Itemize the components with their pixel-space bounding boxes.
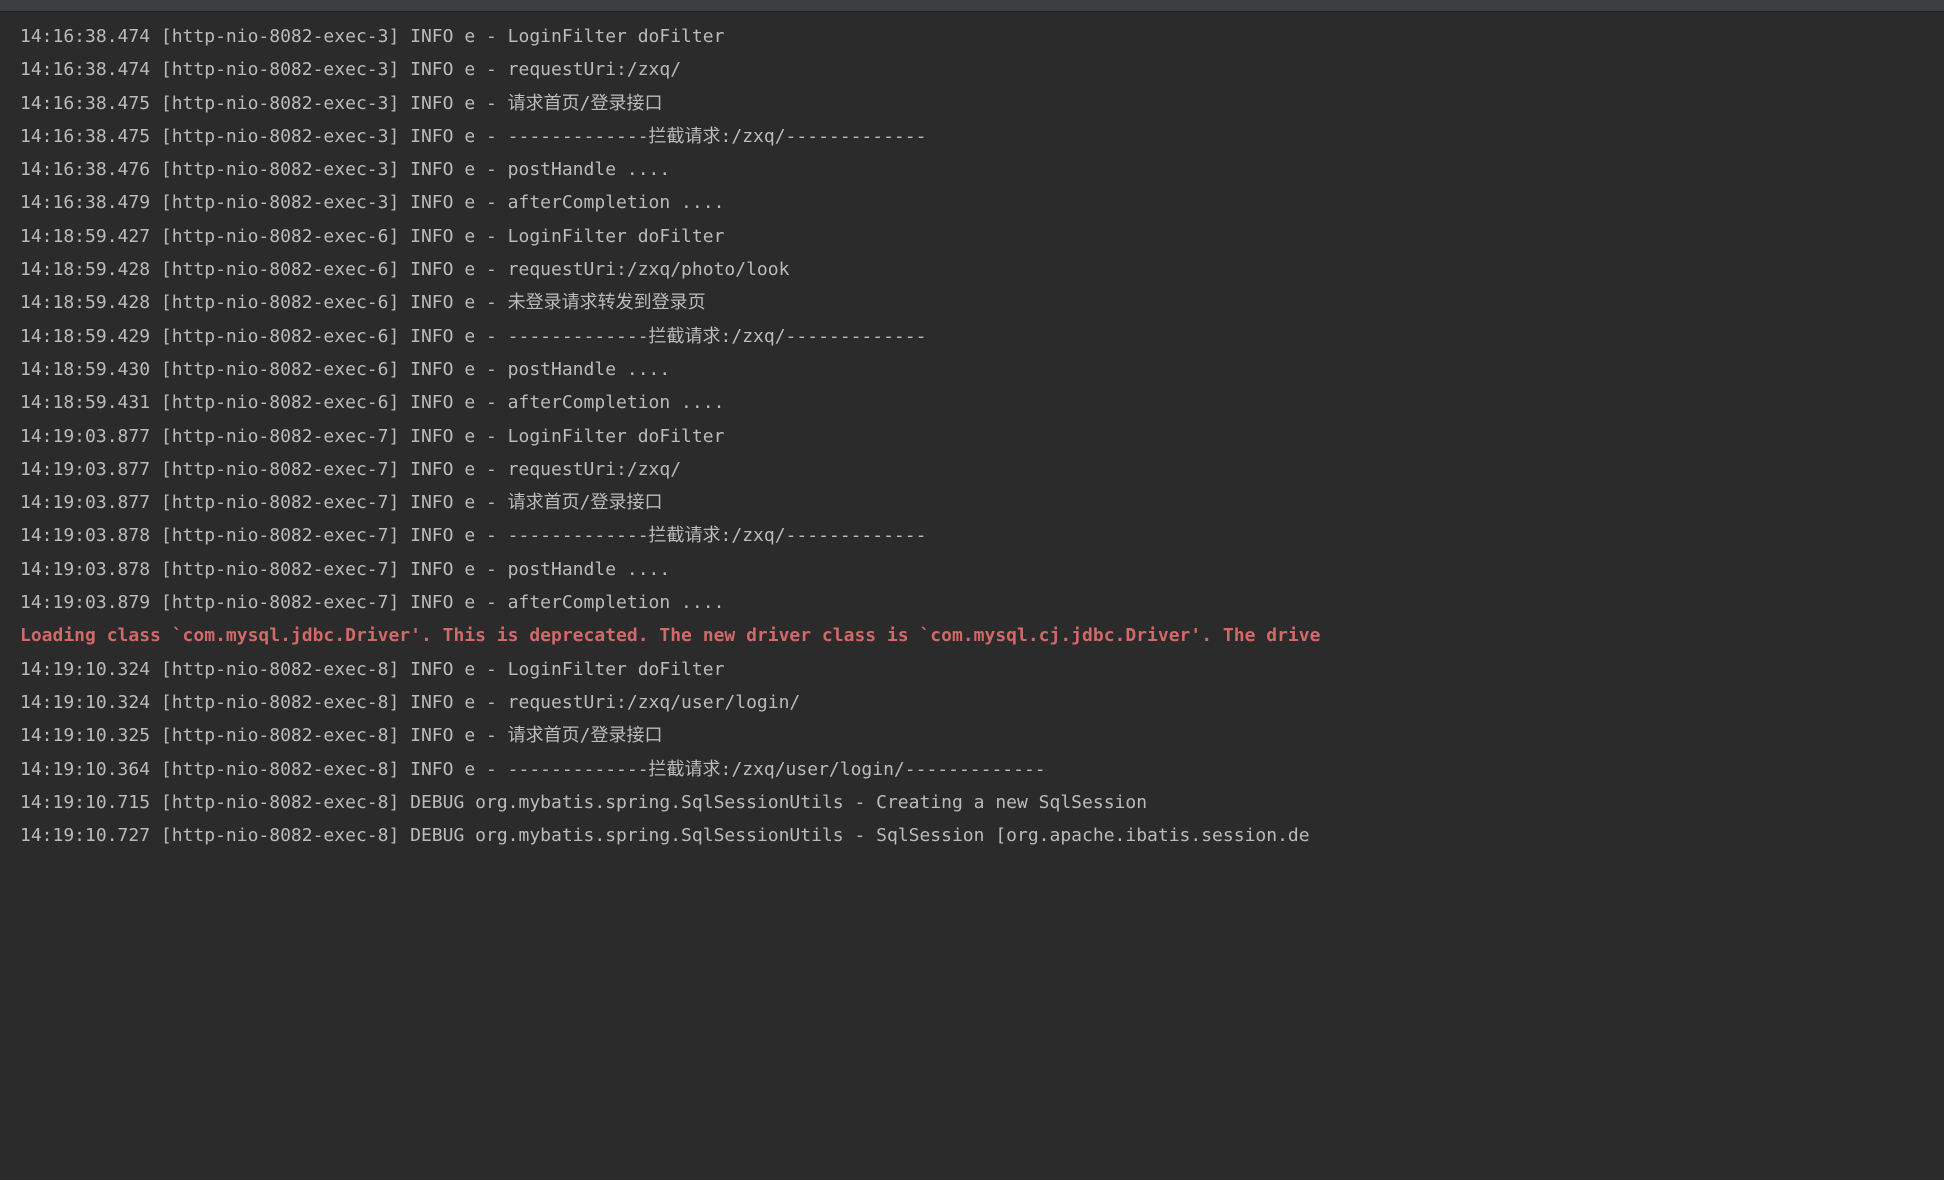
log-line: 14:16:38.475 [http-nio-8082-exec-3] INFO… xyxy=(20,87,1924,120)
log-line: 14:18:59.428 [http-nio-8082-exec-6] INFO… xyxy=(20,253,1924,286)
log-line: 14:19:03.877 [http-nio-8082-exec-7] INFO… xyxy=(20,486,1924,519)
log-line: 14:19:03.878 [http-nio-8082-exec-7] INFO… xyxy=(20,553,1924,586)
console-top-bar xyxy=(0,0,1944,12)
log-line: 14:19:10.715 [http-nio-8082-exec-8] DEBU… xyxy=(20,786,1924,819)
log-line: 14:16:38.476 [http-nio-8082-exec-3] INFO… xyxy=(20,153,1924,186)
log-line: 14:18:59.428 [http-nio-8082-exec-6] INFO… xyxy=(20,286,1924,319)
log-line: 14:19:10.324 [http-nio-8082-exec-8] INFO… xyxy=(20,686,1924,719)
log-line: 14:19:03.877 [http-nio-8082-exec-7] INFO… xyxy=(20,453,1924,486)
warning-line: Loading class `com.mysql.jdbc.Driver'. T… xyxy=(20,619,1924,652)
console-output[interactable]: 14:16:38.474 [http-nio-8082-exec-3] INFO… xyxy=(20,12,1924,852)
log-line: 14:19:03.879 [http-nio-8082-exec-7] INFO… xyxy=(20,586,1924,619)
log-line: 14:18:59.430 [http-nio-8082-exec-6] INFO… xyxy=(20,353,1924,386)
log-line: 14:19:10.727 [http-nio-8082-exec-8] DEBU… xyxy=(20,819,1924,852)
log-line: 14:16:38.475 [http-nio-8082-exec-3] INFO… xyxy=(20,120,1924,153)
log-line: 14:19:10.325 [http-nio-8082-exec-8] INFO… xyxy=(20,719,1924,752)
log-line: 14:16:38.474 [http-nio-8082-exec-3] INFO… xyxy=(20,20,1924,53)
log-line: 14:19:10.324 [http-nio-8082-exec-8] INFO… xyxy=(20,653,1924,686)
log-line: 14:16:38.474 [http-nio-8082-exec-3] INFO… xyxy=(20,53,1924,86)
log-line: 14:18:59.431 [http-nio-8082-exec-6] INFO… xyxy=(20,386,1924,419)
log-line: 14:18:59.429 [http-nio-8082-exec-6] INFO… xyxy=(20,320,1924,353)
log-line: 14:19:03.877 [http-nio-8082-exec-7] INFO… xyxy=(20,420,1924,453)
log-line: 14:18:59.427 [http-nio-8082-exec-6] INFO… xyxy=(20,220,1924,253)
log-line: 14:19:10.364 [http-nio-8082-exec-8] INFO… xyxy=(20,753,1924,786)
log-line: 14:19:03.878 [http-nio-8082-exec-7] INFO… xyxy=(20,519,1924,552)
log-line: 14:16:38.479 [http-nio-8082-exec-3] INFO… xyxy=(20,186,1924,219)
